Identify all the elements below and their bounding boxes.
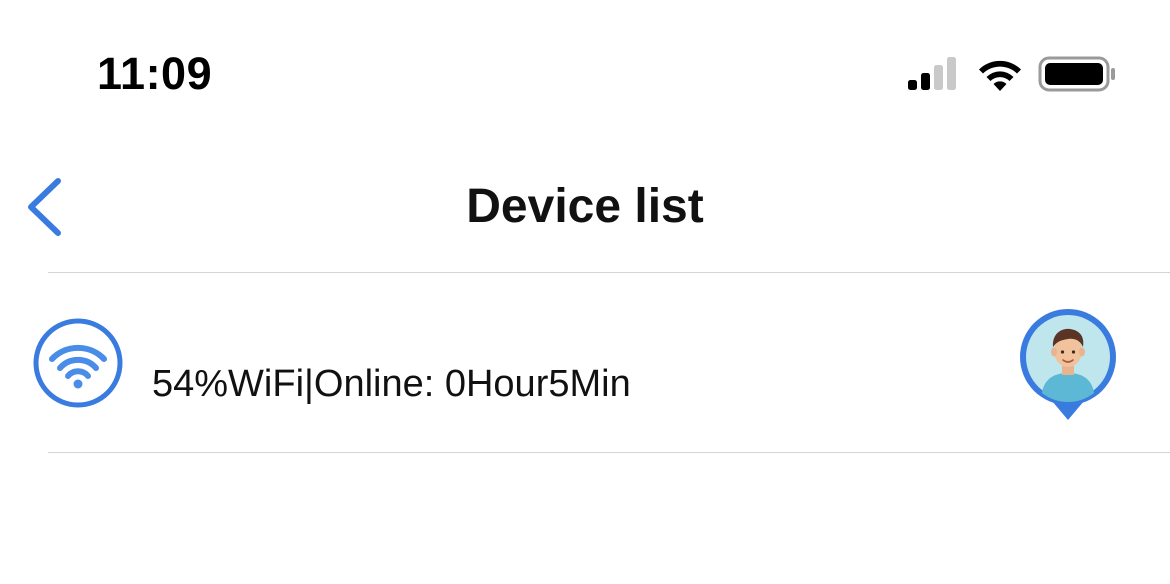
wifi-icon [33, 318, 123, 408]
page-title: Device list [466, 180, 704, 233]
divider [48, 452, 1170, 453]
wifi-icon [979, 60, 1021, 91]
cellular-signal-icon [908, 57, 956, 90]
device-status-text: 54%WiFi|Online: 0Hour5Min [152, 363, 631, 405]
battery-icon [1038, 56, 1115, 92]
device-list-item[interactable]: 54%WiFi|Online: 0Hour5Min [0, 273, 1170, 452]
device-list-screen: 11:09 Device list 54%WiFi|Online: 0Hour5… [0, 0, 1170, 584]
location-pin-avatar-icon[interactable] [1018, 307, 1118, 423]
status-time: 11:09 [97, 48, 213, 99]
